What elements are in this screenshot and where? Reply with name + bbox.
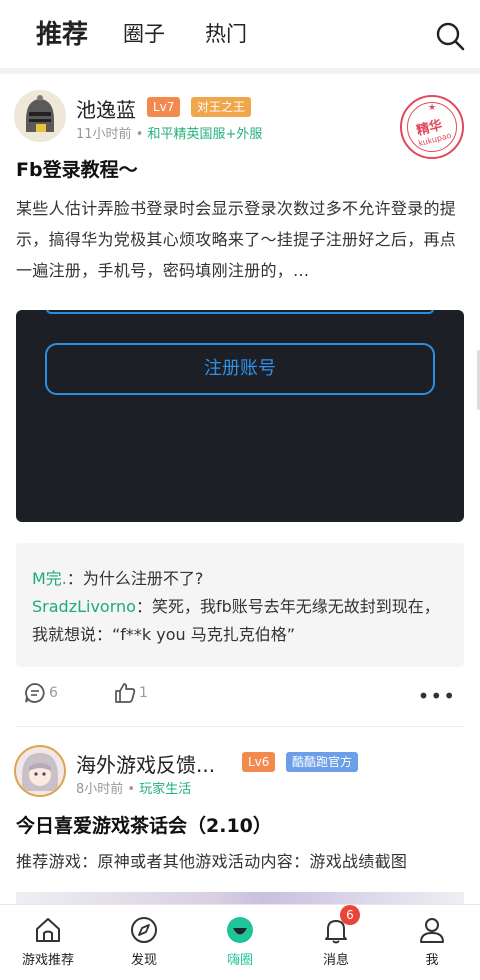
top-bar: 推荐 圈子 热门: [0, 0, 480, 70]
meta-dot: •: [135, 127, 148, 142]
nav-me[interactable]: 我: [392, 915, 472, 968]
comment-preview[interactable]: M完.：为什么注册不了? SradzLivorno：笑死，我fb账号去年无缘无故…: [16, 543, 464, 667]
author-avatar[interactable]: [14, 745, 66, 797]
top-separator: [0, 68, 480, 74]
nav-label: 游戏推荐: [21, 953, 74, 968]
post-divider: [16, 726, 464, 727]
comment-item: M完.：为什么注册不了?: [32, 565, 452, 593]
comment-author[interactable]: SradzLivorno: [32, 597, 136, 616]
nav-hi-circle[interactable]: 嗨圈: [200, 915, 280, 968]
tab-hot[interactable]: 热门: [205, 18, 247, 48]
post-body[interactable]: 某些人估计弄脸书登录时会显示登录次数过多不允许登录的提示，搞得华为党极其心烦攻略…: [16, 193, 466, 289]
level-badge: Lv6: [242, 752, 276, 772]
knight-helmet-icon: [14, 90, 66, 142]
image-top-strip: [46, 310, 434, 314]
register-button-in-image: 注册账号: [45, 343, 435, 395]
post-body[interactable]: 推荐游戏：原神或者其他游戏活动内容：游戏战绩截图: [16, 846, 466, 877]
comment-item: SradzLivorno：笑死，我fb账号去年无缘无故封到现在，我就想说：“f*…: [32, 593, 452, 649]
title-badge: 酷酷跑官方: [286, 752, 359, 772]
nav-label: 嗨圈: [226, 953, 253, 968]
bottom-nav: 游戏推荐 发现 嗨圈 消息 我: [0, 904, 480, 980]
post-meta: 8小时前 • 玩家生活: [76, 778, 191, 797]
post-title[interactable]: Fb登录教程～: [16, 155, 138, 182]
notification-badge: 6: [340, 905, 360, 925]
level-badge: Lv7: [147, 97, 181, 117]
nav-label: 发现: [130, 953, 157, 968]
nav-label: 我: [425, 953, 439, 968]
comment-count: 6: [49, 685, 58, 701]
featured-stamp: ★ 精华 kukupao: [400, 95, 464, 159]
author-name[interactable]: 池逸蓝: [76, 94, 136, 123]
home-icon: [36, 918, 60, 942]
person-icon: [420, 918, 444, 943]
author-name[interactable]: 海外游戏反馈...: [76, 749, 215, 778]
post-actions: 6 1 •••: [0, 676, 480, 712]
anime-girl-avatar-icon: [16, 747, 64, 795]
comment-text: 为什么注册不了?: [82, 569, 204, 588]
comment-sep: ：: [66, 569, 83, 588]
post-time: 11小时前: [76, 127, 132, 142]
thumbs-up-icon: [115, 683, 136, 703]
comment-button[interactable]: 6: [24, 682, 58, 704]
comment-sep: ：: [135, 597, 152, 616]
meta-dot: •: [127, 782, 140, 797]
post-image[interactable]: 注册账号: [16, 310, 464, 522]
post-meta: 11小时前 • 和平精英国服+外服: [76, 123, 262, 142]
author-avatar[interactable]: [14, 90, 66, 142]
post-topic[interactable]: 和平精英国服+外服: [148, 127, 263, 142]
comment-icon: [25, 683, 45, 703]
circle-smile-icon: [227, 917, 253, 943]
tab-recommend[interactable]: 推荐: [36, 14, 88, 51]
title-badge: 对王之王: [191, 97, 252, 117]
star-icon: ★: [428, 103, 437, 113]
post-title[interactable]: 今日喜爱游戏茶话会（2.10）: [16, 811, 272, 838]
nav-game-recommend[interactable]: 游戏推荐: [8, 915, 88, 968]
more-options-button[interactable]: •••: [418, 684, 456, 708]
post-topic[interactable]: 玩家生活: [139, 782, 191, 797]
nav-messages[interactable]: 消息: [296, 915, 376, 968]
comment-author[interactable]: M完.: [32, 569, 67, 588]
post-time: 8小时前: [76, 782, 124, 797]
tab-circle[interactable]: 圈子: [123, 18, 165, 48]
search-icon: [436, 22, 465, 51]
like-button[interactable]: 1: [114, 682, 148, 704]
nav-discover[interactable]: 发现: [104, 915, 184, 968]
like-count: 1: [139, 685, 148, 701]
nav-label: 消息: [322, 953, 349, 968]
compass-icon: [131, 917, 157, 943]
search-button[interactable]: [434, 20, 466, 52]
